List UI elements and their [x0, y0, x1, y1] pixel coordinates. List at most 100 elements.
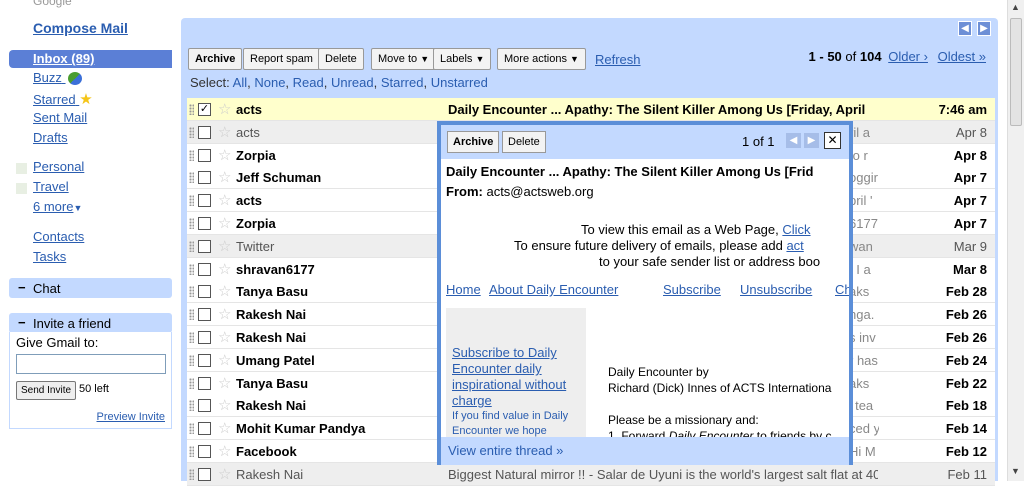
- star-icon[interactable]: ☆: [218, 396, 231, 414]
- collapse-icon[interactable]: −: [18, 280, 26, 295]
- star-icon[interactable]: ☆: [218, 123, 231, 141]
- drag-handle-icon[interactable]: [189, 195, 194, 207]
- star-icon[interactable]: ☆: [218, 465, 231, 483]
- star-icon[interactable]: ☆: [218, 442, 231, 460]
- popup-archive-button[interactable]: Archive: [447, 131, 500, 153]
- sidebar-item-inbox[interactable]: Inbox (89): [9, 50, 172, 68]
- star-icon[interactable]: ☆: [218, 260, 231, 278]
- select-checkbox[interactable]: [198, 445, 211, 458]
- home-link[interactable]: Home: [446, 282, 481, 297]
- sidebar-item-tasks[interactable]: Tasks: [33, 249, 66, 264]
- star-icon[interactable]: ☆: [218, 191, 231, 209]
- send-invite-button[interactable]: Send Invite: [16, 381, 77, 400]
- sidebar-item-buzz[interactable]: Buzz: [33, 70, 82, 86]
- select-checkbox[interactable]: [198, 239, 211, 253]
- email-row[interactable]: ☆ Rakesh Nai Biggest Natural mirror !! - S…: [187, 462, 995, 486]
- drag-handle-icon[interactable]: [189, 354, 194, 366]
- subscribe-link[interactable]: Subscribe: [663, 282, 721, 297]
- select-checkbox[interactable]: [198, 376, 211, 390]
- sidebar-label-travel[interactable]: Travel: [33, 179, 69, 194]
- delete-button[interactable]: Delete: [318, 48, 364, 70]
- click-here-link[interactable]: Click: [782, 222, 810, 237]
- drag-handle-icon[interactable]: [189, 286, 194, 298]
- select-checkbox[interactable]: [198, 467, 211, 481]
- select-checkbox[interactable]: [198, 422, 211, 436]
- scroll-down-icon[interactable]: ▼: [1011, 466, 1020, 476]
- about-daily-encounter-link[interactable]: About Daily Encounter: [489, 282, 618, 297]
- drag-handle-icon[interactable]: [189, 149, 194, 161]
- star-icon[interactable]: ☆: [218, 419, 231, 437]
- labels-dropdown[interactable]: Labels ▼: [433, 48, 492, 70]
- unsubscribe-link[interactable]: Unsubscribe: [740, 282, 812, 297]
- drag-handle-icon[interactable]: [189, 446, 194, 457]
- add-sender-link[interactable]: act: [786, 238, 803, 253]
- scroll-thumb[interactable]: [1010, 18, 1022, 126]
- select-checkbox[interactable]: [198, 399, 211, 413]
- select-none-link[interactable]: None: [254, 75, 285, 90]
- star-icon[interactable]: ☆: [218, 100, 231, 118]
- drag-handle-icon[interactable]: [189, 104, 194, 115]
- popup-prev-icon[interactable]: ◀: [786, 133, 801, 148]
- drag-handle-icon[interactable]: [189, 126, 194, 138]
- preview-invite-link[interactable]: Preview Invite: [97, 411, 165, 423]
- sidebar-item-contacts[interactable]: Contacts: [33, 229, 84, 244]
- invite-header[interactable]: − Invite a friend: [9, 313, 172, 333]
- drag-handle-icon[interactable]: [189, 377, 194, 389]
- select-checkbox[interactable]: [198, 148, 211, 162]
- drag-handle-icon[interactable]: [189, 218, 194, 229]
- more-link[interactable]: Ch: [835, 282, 849, 297]
- report-spam-button[interactable]: Report spam: [243, 48, 320, 70]
- older-link[interactable]: Older ›: [888, 49, 928, 64]
- select-all-link[interactable]: All: [233, 75, 247, 90]
- archive-button[interactable]: Archive: [188, 48, 243, 70]
- select-checkbox[interactable]: [198, 262, 211, 276]
- sidebar-item-drafts[interactable]: Drafts: [33, 130, 68, 145]
- sidebar-item-sent-mail[interactable]: Sent Mail: [33, 110, 87, 125]
- sidebar-item-starred[interactable]: Starred ★: [33, 90, 93, 108]
- drag-handle-icon[interactable]: [189, 423, 194, 435]
- star-icon[interactable]: ☆: [218, 282, 231, 300]
- oldest-link[interactable]: Oldest »: [938, 49, 986, 64]
- drag-handle-icon[interactable]: [189, 468, 194, 480]
- select-unread-link[interactable]: Unread: [331, 75, 374, 90]
- prev-page-icon[interactable]: ◀: [958, 21, 972, 36]
- drag-handle-icon[interactable]: [189, 332, 194, 343]
- drag-handle-icon[interactable]: [189, 263, 194, 275]
- sidebar-more-labels[interactable]: 6 more▼: [33, 199, 82, 214]
- drag-handle-icon[interactable]: [189, 309, 194, 321]
- star-icon[interactable]: ☆: [218, 305, 231, 323]
- compose-mail-link[interactable]: Compose Mail: [33, 20, 128, 36]
- collapse-icon[interactable]: −: [18, 315, 26, 330]
- move-to-dropdown[interactable]: Move to ▼: [371, 48, 437, 70]
- select-checkbox[interactable]: [198, 171, 211, 185]
- email-row[interactable]: ✓ ☆ acts Daily Encounter ... Apathy: The Si…: [187, 98, 995, 121]
- select-read-link[interactable]: Read: [293, 75, 324, 90]
- select-checkbox[interactable]: [198, 285, 211, 299]
- select-starred-link[interactable]: Starred: [381, 75, 424, 90]
- popup-delete-button[interactable]: Delete: [502, 131, 546, 153]
- select-checkbox[interactable]: [198, 353, 211, 367]
- popup-next-icon[interactable]: ▶: [804, 133, 819, 148]
- star-icon[interactable]: ☆: [218, 237, 231, 255]
- more-actions-dropdown[interactable]: More actions ▼: [497, 48, 586, 70]
- select-checkbox[interactable]: [198, 331, 211, 344]
- select-checkbox[interactable]: ✓: [198, 103, 211, 116]
- drag-handle-icon[interactable]: [189, 400, 194, 412]
- scroll-up-icon[interactable]: ▲: [1011, 2, 1020, 12]
- drag-handle-icon[interactable]: [189, 172, 194, 184]
- star-icon[interactable]: ☆: [218, 328, 231, 346]
- star-icon[interactable]: ☆: [218, 374, 231, 392]
- star-icon[interactable]: ☆: [218, 214, 231, 232]
- next-page-icon[interactable]: ▶: [977, 21, 991, 36]
- select-checkbox[interactable]: [198, 308, 211, 322]
- select-checkbox[interactable]: [198, 194, 211, 208]
- view-entire-thread-link[interactable]: View entire thread »: [448, 443, 563, 458]
- star-icon[interactable]: ☆: [218, 351, 231, 369]
- star-icon[interactable]: ☆: [218, 146, 231, 164]
- select-unstarred-link[interactable]: Unstarred: [431, 75, 488, 90]
- drag-handle-icon[interactable]: [189, 240, 194, 252]
- select-checkbox[interactable]: [198, 125, 211, 139]
- page-scrollbar[interactable]: ▲ ▼: [1007, 0, 1024, 481]
- invite-email-input[interactable]: [16, 354, 166, 374]
- sidebar-label-personal[interactable]: Personal: [33, 159, 84, 174]
